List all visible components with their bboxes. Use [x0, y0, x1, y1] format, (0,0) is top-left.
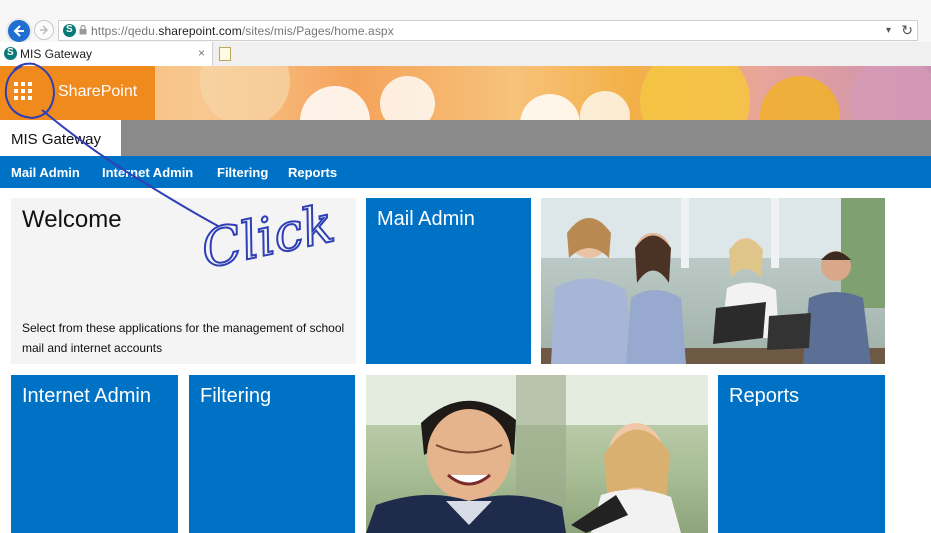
top-navigation: Mail Admin Internet Admin Filtering Repo… [0, 156, 931, 188]
reports-tile-title: Reports [729, 385, 800, 407]
site-title-bar: MIS Gateway [0, 120, 931, 156]
welcome-tile: Welcome Select from these applications f… [11, 198, 356, 364]
students-photo-image [541, 198, 885, 364]
address-dropdown-icon[interactable]: ▾ [886, 25, 891, 36]
lock-icon [79, 25, 87, 35]
reports-tile[interactable]: Reports [718, 375, 885, 533]
url-text: https://qedu.sharepoint.com/sites/mis/Pa… [91, 24, 394, 38]
nav-item-mail-admin[interactable]: Mail Admin [11, 165, 80, 180]
forward-arrow-icon [40, 25, 49, 35]
tab-close-icon[interactable]: × [198, 46, 205, 60]
back-arrow-icon [13, 25, 24, 37]
filtering-tile[interactable]: Filtering [189, 375, 355, 533]
students-photo [541, 198, 885, 364]
banner-decoration [520, 94, 580, 120]
boy-photo [366, 375, 708, 533]
app-launcher-waffle-icon[interactable] [14, 82, 36, 104]
filtering-tile-title: Filtering [200, 385, 272, 407]
site-title-tab[interactable]: MIS Gateway [0, 120, 121, 156]
url-host: sharepoint.com [158, 24, 242, 38]
tab-strip: MIS Gateway × [0, 42, 931, 67]
welcome-title: Welcome [22, 206, 122, 233]
sharepoint-brand-label[interactable]: SharePoint [58, 83, 137, 101]
back-button[interactable] [6, 18, 32, 44]
banner-decoration [760, 76, 840, 120]
sharepoint-brand[interactable]: SharePoint [0, 66, 155, 120]
mail-admin-tile[interactable]: Mail Admin [366, 198, 531, 364]
banner-decoration [640, 66, 750, 120]
address-bar[interactable]: https://qedu.sharepoint.com/sites/mis/Pa… [58, 20, 918, 41]
boy-photo-image [366, 375, 708, 533]
tab-title: MIS Gateway [20, 47, 93, 61]
sharepoint-tab-favicon-icon [4, 47, 17, 60]
internet-admin-tile[interactable]: Internet Admin [11, 375, 178, 533]
nav-item-internet-admin[interactable]: Internet Admin [102, 165, 193, 180]
nav-item-reports[interactable]: Reports [288, 165, 337, 180]
url-path: /sites/mis/Pages/home.aspx [241, 24, 394, 38]
forward-button[interactable] [34, 20, 54, 40]
banner-decoration [300, 86, 370, 120]
welcome-description: Select from these applications for the m… [22, 321, 345, 355]
url-prefix: https://qedu. [91, 24, 159, 38]
new-tab-icon[interactable] [219, 47, 231, 61]
nav-item-filtering[interactable]: Filtering [217, 165, 268, 180]
browser-tab-mis-gateway[interactable]: MIS Gateway × [0, 42, 213, 66]
browser-toolbar: https://qedu.sharepoint.com/sites/mis/Pa… [0, 0, 931, 44]
sharepoint-favicon-icon [63, 24, 76, 37]
banner-decoration [380, 76, 435, 120]
site-title[interactable]: MIS Gateway [11, 131, 101, 148]
mail-admin-tile-title: Mail Admin [377, 208, 475, 230]
banner-decoration [850, 66, 931, 120]
suite-bar: SharePoint [0, 66, 931, 120]
refresh-icon[interactable]: ↻ [901, 22, 913, 39]
banner-decoration [580, 91, 630, 120]
banner-decoration [200, 66, 290, 120]
internet-admin-tile-title: Internet Admin [22, 385, 151, 407]
